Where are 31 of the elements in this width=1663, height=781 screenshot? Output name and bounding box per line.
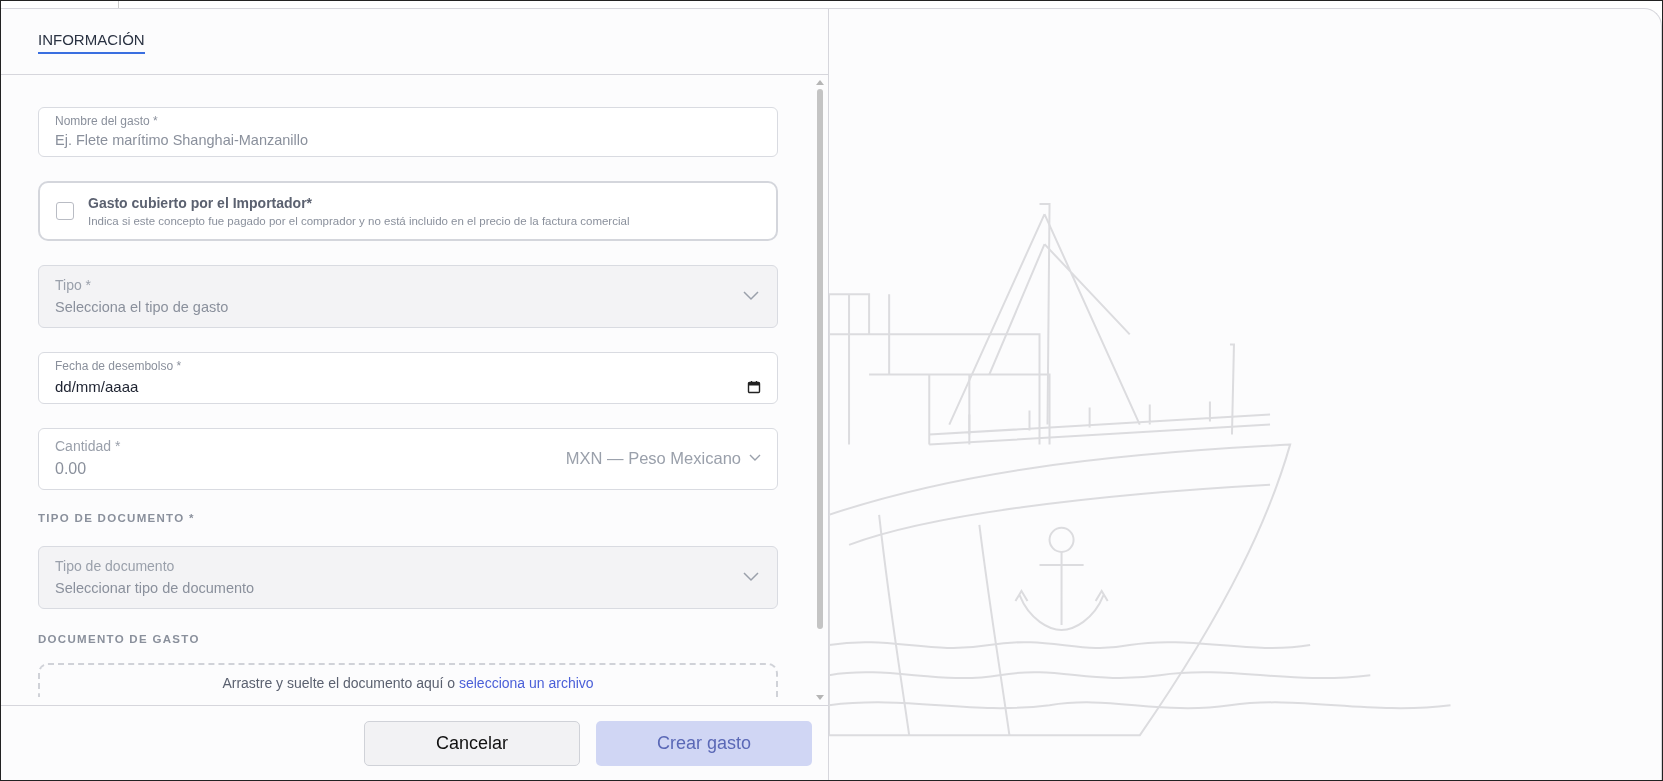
input-field[interactable]: 0.00 — [55, 460, 566, 478]
date-field[interactable]: Fecha de desembolso * dd/mm/aaaa — [38, 352, 778, 404]
action-button[interactable]: Cancelar — [364, 720, 580, 766]
section-heading: DOCUMENTO DE GASTO — [38, 633, 201, 645]
scroll-down-icon[interactable] — [816, 695, 824, 700]
select-placeholder: Selecciona el tipo de gasto — [55, 299, 230, 315]
checkbox-hint: Indica si este concepto fue pagado por el comprador y no está incluido en el precio de la factura comercial — [88, 215, 630, 227]
checkbox[interactable] — [56, 202, 74, 220]
scroll-up-icon[interactable] — [816, 80, 824, 85]
field-label: Nombre del gasto * — [55, 114, 159, 128]
file-dropzone[interactable]: Arrastre y suelte el documento aquí o selecciona un archivo — [38, 663, 778, 697]
dropzone-text: Arrastre y suelte el documento aquí o selecciona un archivo — [222, 675, 594, 691]
field-label: Fecha de desembolso * — [55, 359, 183, 373]
chevron-down-icon — [743, 572, 759, 582]
field-label: Tipo * — [55, 277, 93, 293]
checkbox-label: Gasto cubierto por el Importador* — [88, 195, 314, 211]
tab[interactable]: INFORMACIÓN — [38, 31, 145, 54]
amount-field[interactable]: Cantidad * 0.00 MXN — Peso Mexicano — [38, 428, 778, 490]
select-placeholder: Seleccionar tipo de documento — [55, 580, 256, 596]
input-field[interactable]: Ej. Flete marítimo Shanghai-Manzanillo — [55, 128, 761, 148]
field-label: Tipo de documento — [55, 558, 176, 574]
scrollbar-thumb[interactable] — [817, 89, 823, 629]
date-value: dd/mm/aaaa — [55, 378, 140, 395]
select-file-link[interactable]: selecciona un archivo — [458, 675, 594, 691]
field-label: Cantidad * — [55, 438, 122, 454]
chevron-down-icon — [743, 291, 759, 301]
text-field[interactable]: Nombre del gasto * Ej. Flete marítimo Shanghai-Manzanillo — [38, 107, 778, 157]
section-heading: TIPO DE DOCUMENTO * — [38, 512, 196, 524]
currency-select[interactable]: MXN — Peso Mexicano — [565, 448, 761, 468]
chevron-down-icon — [749, 454, 761, 462]
calendar-icon[interactable] — [747, 379, 761, 394]
